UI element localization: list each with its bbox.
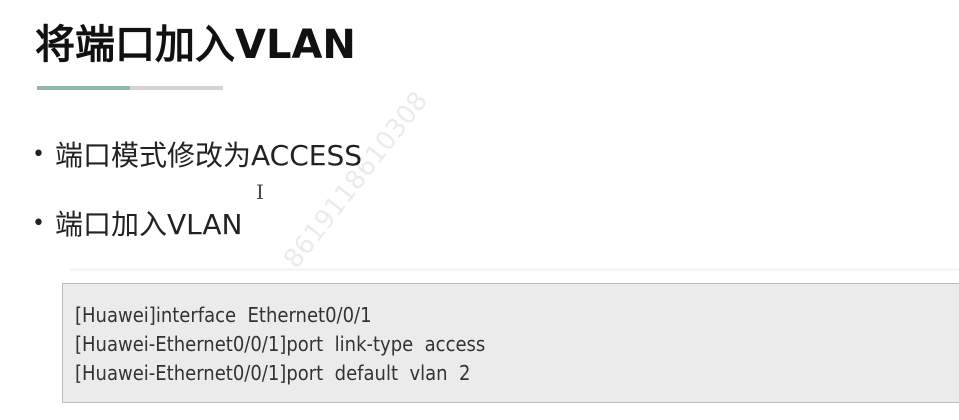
code-line: [Huawei-Ethernet0/0/1]port default vlan …: [75, 361, 471, 385]
code-line: [Huawei]interface Ethernet0/0/1: [75, 303, 372, 327]
bullet-dot-icon: •: [32, 210, 45, 236]
text-cursor-icon: I: [256, 180, 264, 204]
bullet-item: • 端口加入VLAN: [32, 203, 242, 243]
bullet-dot-icon: •: [32, 141, 45, 167]
bullet-item: • 端口模式修改为ACCESS: [32, 134, 362, 174]
code-line: [Huawei-Ethernet0/0/1]port link-type acc…: [75, 332, 486, 356]
bullet-text: 端口模式修改为ACCESS: [54, 139, 362, 172]
code-box: [Huawei]interface Ethernet0/0/1 [Huawei-…: [62, 283, 959, 403]
watermark: 8619118610308: [278, 86, 435, 275]
code-box-shadow: [70, 268, 959, 271]
title-underline: [37, 86, 223, 90]
title-underline-accent: [37, 86, 130, 90]
bullet-text: 端口加入VLAN: [54, 208, 243, 241]
slide-title: 将端口加入VLAN: [35, 22, 356, 68]
